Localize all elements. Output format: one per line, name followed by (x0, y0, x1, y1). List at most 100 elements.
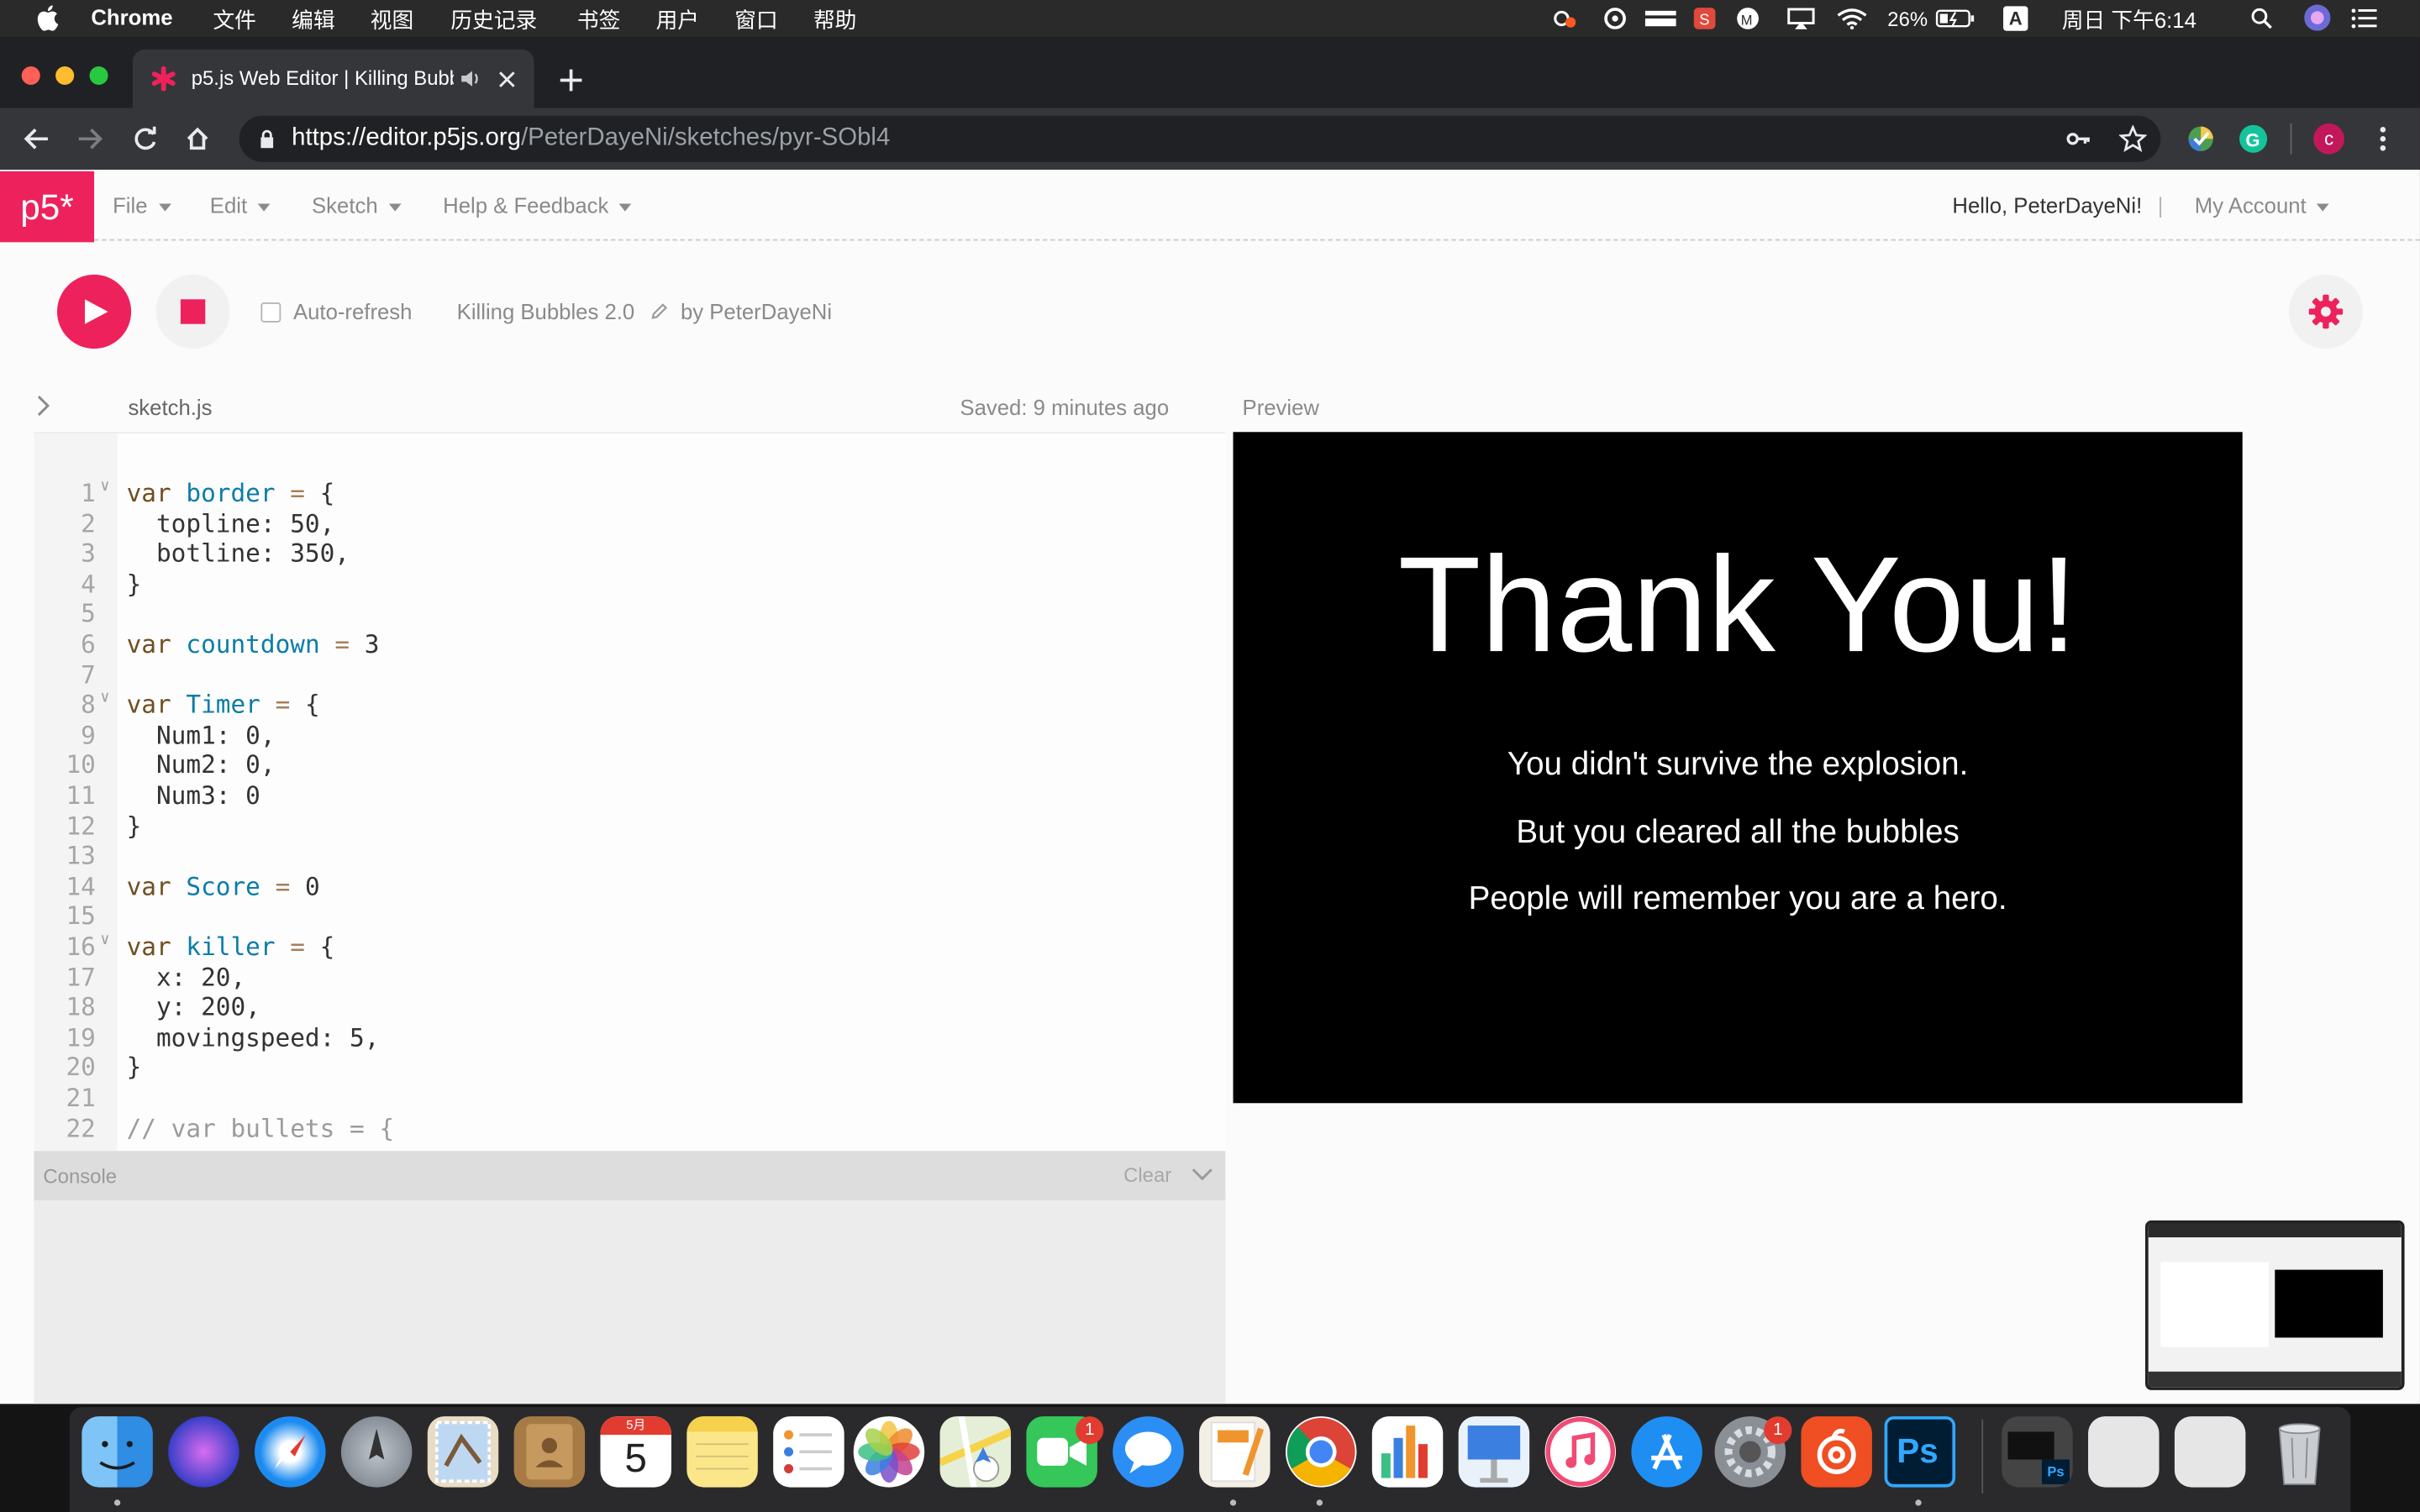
chrome-menu-icon[interactable] (2377, 125, 2390, 153)
menu-edit[interactable]: 编辑 (292, 5, 334, 36)
sync-icon[interactable] (1603, 8, 1627, 29)
minimized-window-3-icon[interactable] (2174, 1416, 2246, 1488)
code-line[interactable]: 4} (34, 569, 1225, 599)
menu-help[interactable]: 帮助 (813, 5, 856, 36)
back-icon[interactable] (24, 127, 50, 151)
lock-icon[interactable] (260, 129, 275, 149)
settings-button[interactable] (2288, 274, 2363, 349)
code-line[interactable]: 19 movingspeed: 5, (34, 1022, 1225, 1053)
battery-icon[interactable] (1935, 8, 1975, 29)
maps-icon[interactable] (939, 1416, 1012, 1488)
code-line[interactable]: 14 var Score = 0 (34, 871, 1225, 901)
forward-icon[interactable] (77, 127, 103, 151)
notification-center-icon[interactable] (2350, 8, 2378, 29)
menu-window[interactable]: 窗口 (734, 5, 777, 36)
menu-view[interactable]: 视图 (371, 5, 413, 36)
airplay-icon[interactable] (1787, 8, 1815, 29)
calendar-icon[interactable]: 5月 5 (600, 1416, 671, 1488)
nav-file-menu[interactable]: File (113, 193, 171, 218)
app-store-icon[interactable] (1631, 1416, 1702, 1488)
minimized-window-2-icon[interactable] (2088, 1416, 2160, 1488)
code-line[interactable]: 12} (34, 811, 1225, 841)
p5-logo[interactable]: p5* (0, 171, 95, 243)
code-line[interactable]: 18 y: 200, (34, 992, 1225, 1022)
code-line[interactable]: 3 botline: 350, (34, 538, 1225, 569)
siri-app-icon[interactable] (168, 1416, 239, 1488)
code-line[interactable]: 8 ∨ var Timer = { (34, 690, 1225, 720)
fold-toggle-icon[interactable]: ∨ (100, 932, 109, 948)
edit-pencil-icon[interactable] (650, 302, 668, 321)
nav-edit-menu[interactable]: Edit (210, 193, 271, 218)
itunes-icon[interactable] (1544, 1416, 1617, 1488)
close-tab-icon[interactable] (498, 71, 515, 87)
bars-icon[interactable] (1644, 8, 1677, 29)
sidebar-expand-icon[interactable] (35, 395, 50, 417)
launchpad-icon[interactable] (340, 1416, 413, 1488)
photos-icon[interactable] (853, 1416, 925, 1488)
menu-app-name[interactable]: Chrome (91, 5, 172, 29)
apple-icon[interactable] (35, 5, 59, 31)
bookmark-star-icon[interactable] (2118, 124, 2147, 153)
wifi-icon[interactable] (1837, 8, 1868, 29)
minimized-window-1-icon[interactable]: Ps (2002, 1416, 2073, 1488)
pages-icon[interactable] (1199, 1416, 1270, 1488)
reminders-icon[interactable] (773, 1416, 844, 1488)
mail-stamp-icon[interactable] (427, 1416, 499, 1488)
collapse-console-icon[interactable] (1192, 1168, 1213, 1182)
extension-color-icon[interactable] (2187, 125, 2215, 153)
sketch-author[interactable]: by PeterDayeNi (681, 299, 832, 323)
profile-avatar[interactable]: c (2313, 123, 2344, 155)
code-editor[interactable]: 1 ∨ var border = {2 topline: 50, 3 botline:… (34, 432, 1226, 1153)
netease-music-icon[interactable] (1801, 1416, 1872, 1488)
siri-icon[interactable] (2304, 4, 2331, 31)
sketch-name[interactable]: Killing Bubbles 2.0 (457, 299, 635, 323)
fold-toggle-icon[interactable]: ∨ (100, 478, 109, 495)
code-line[interactable]: 20} (34, 1053, 1225, 1083)
url-text[interactable]: https://editor.p5js.org/PeterDayeNi/sket… (292, 125, 890, 153)
contacts-icon[interactable] (513, 1416, 586, 1488)
keynote-icon[interactable] (1458, 1416, 1530, 1488)
code-line[interactable]: 1 ∨ var border = { (34, 478, 1225, 508)
code-line[interactable]: 21 (34, 1083, 1225, 1113)
auto-refresh-checkbox[interactable] (260, 302, 281, 323)
console-clear-button[interactable]: Clear (1123, 1163, 1171, 1187)
address-bar[interactable]: https://editor.p5js.org/PeterDayeNi/sket… (239, 115, 2161, 162)
code-line[interactable]: 16 ∨ var killer = { (34, 932, 1225, 962)
fold-toggle-icon[interactable]: ∨ (100, 690, 109, 706)
new-tab-icon[interactable] (559, 68, 583, 92)
input-source-indicator[interactable]: A (2003, 6, 2028, 31)
scrobble-icon[interactable]: S (1693, 8, 1717, 29)
screenshot-thumbnail[interactable] (2145, 1220, 2405, 1390)
m-icon[interactable]: M (1736, 8, 1760, 29)
notes-icon[interactable] (687, 1416, 758, 1488)
nav-help-menu[interactable]: Help & Feedback (443, 193, 632, 218)
creative-cloud-icon[interactable] (1553, 8, 1576, 29)
chrome-icon[interactable] (1285, 1416, 1357, 1488)
code-line[interactable]: 11 Num3: 0 (34, 780, 1225, 811)
menu-clock[interactable]: 周日 下午6:14 (2062, 5, 2196, 36)
spotlight-search-icon[interactable] (2250, 8, 2274, 29)
code-line[interactable]: 13 (34, 841, 1225, 871)
home-icon[interactable] (185, 127, 209, 151)
numbers-icon[interactable] (1371, 1416, 1444, 1488)
menu-bookmarks[interactable]: 书签 (577, 5, 620, 36)
code-line[interactable]: 9 Num1: 0, (34, 720, 1225, 750)
grammarly-icon[interactable]: G (2239, 124, 2268, 153)
window-close-button[interactable] (21, 66, 40, 86)
code-line[interactable]: 15 (34, 901, 1225, 932)
code-line[interactable]: 10 Num2: 0, (34, 750, 1225, 780)
safari-icon[interactable] (255, 1416, 326, 1488)
code-line[interactable]: 2 topline: 50, (34, 508, 1225, 538)
audio-playing-icon[interactable] (460, 70, 481, 88)
menu-file[interactable]: 文件 (213, 5, 255, 36)
code-line[interactable]: 7 (34, 659, 1225, 690)
finder-icon[interactable] (82, 1416, 153, 1488)
reload-icon[interactable] (133, 126, 157, 151)
code-line[interactable]: 6 var countdown = 3 (34, 629, 1225, 659)
code-line[interactable]: 22 // var bullets = { (34, 1113, 1225, 1143)
browser-tab[interactable]: p5.js Web Editor | Killing Bubbles 2.0 (132, 49, 534, 108)
code-line[interactable]: 17 x: 20, (34, 962, 1225, 992)
window-minimize-button[interactable] (55, 66, 75, 86)
messages-icon[interactable] (1113, 1416, 1184, 1488)
photoshop-icon[interactable]: Ps (1884, 1416, 1956, 1488)
